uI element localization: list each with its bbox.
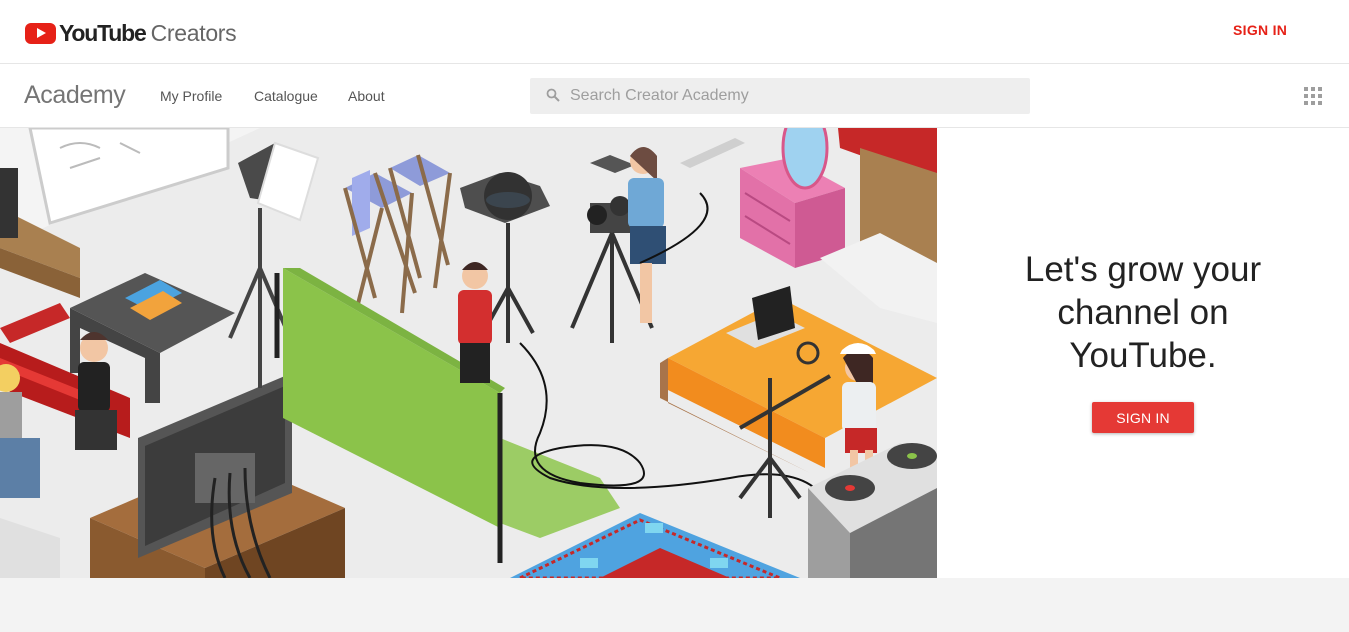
search-icon: [546, 88, 560, 102]
logo-creators-text: Creators: [150, 19, 237, 46]
youtube-logo-icon: [25, 22, 56, 44]
academy-nav: Academy My Profile Catalogue About: [0, 64, 1349, 128]
page-footer-band: [0, 578, 1349, 632]
hero-sign-in-button[interactable]: SIGN IN: [1092, 402, 1194, 433]
nav-catalogue[interactable]: Catalogue: [254, 88, 318, 104]
sign-in-link[interactable]: SIGN IN: [1233, 22, 1287, 38]
hero-section: Let's grow your channel on YouTube. SIGN…: [0, 128, 1349, 578]
page-title[interactable]: Academy: [24, 81, 126, 110]
studio-illustration: [0, 128, 937, 578]
hero-heading: Let's grow your channel on YouTube.: [1024, 250, 1262, 375]
nav-about[interactable]: About: [348, 88, 385, 104]
logo-youtube-text: YouTube: [59, 19, 147, 46]
youtube-creators-logo[interactable]: YouTube Creators: [25, 18, 237, 48]
isometric-studio-scene: [0, 128, 937, 578]
top-bar: YouTube Creators SIGN IN: [0, 0, 1349, 64]
nav-my-profile[interactable]: My Profile: [160, 88, 222, 104]
search-input[interactable]: [570, 78, 1020, 114]
hero-copy: Let's grow your channel on YouTube. SIGN…: [937, 128, 1349, 578]
search-box[interactable]: [530, 78, 1030, 114]
apps-grid-icon[interactable]: [1304, 87, 1322, 105]
